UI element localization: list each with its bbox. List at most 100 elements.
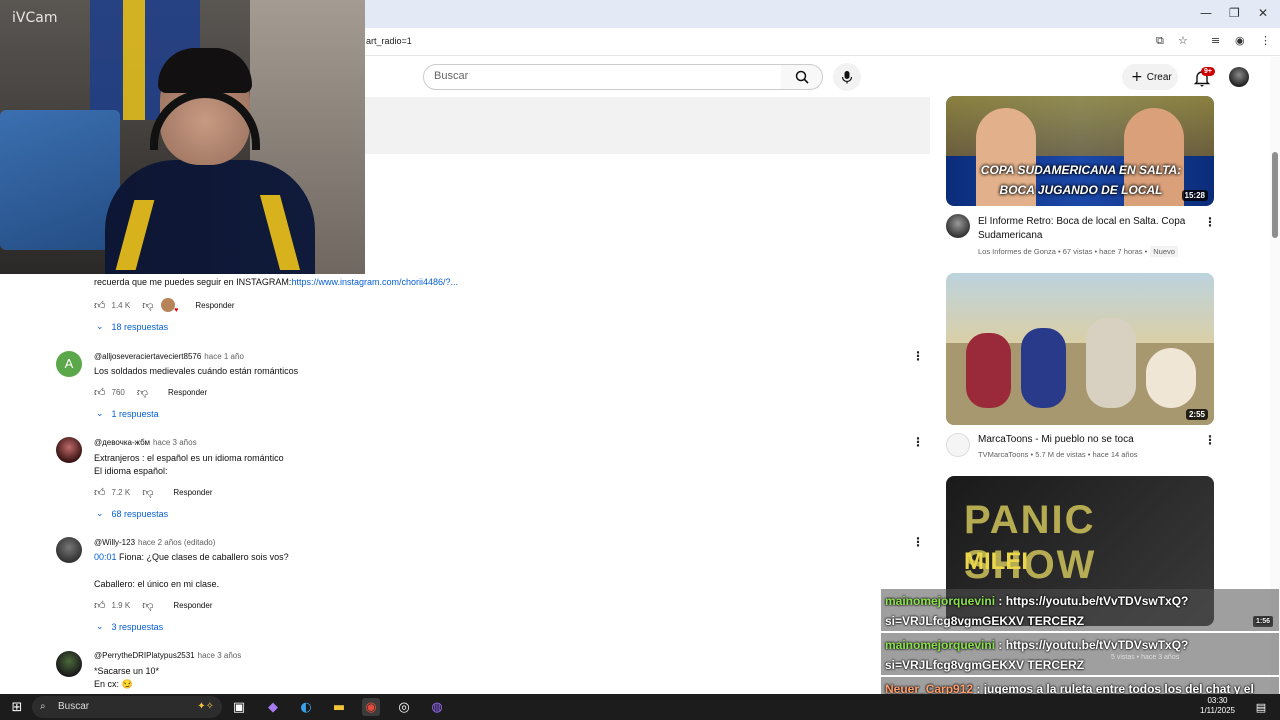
video-title[interactable]: MarcaToons - Mi pueblo no se toca: [978, 433, 1134, 447]
dislike-icon[interactable]: 👎︎: [137, 386, 148, 399]
comment-text-line2: En cx: 😏: [94, 679, 133, 689]
notification-center-icon[interactable]: ▤: [1252, 698, 1270, 716]
reply-button[interactable]: Responder: [168, 388, 207, 397]
video-player-area[interactable]: [365, 97, 930, 154]
avatar[interactable]: [56, 537, 82, 563]
comment-menu-icon[interactable]: ⋮: [912, 435, 924, 449]
comment-text-line1: *Sacarse un 10*: [94, 666, 160, 676]
taskbar: ⊞ ⌕ Buscar ✦✧ ▣ ◆ ◐ ▬ ◉ ◎ ◍ 03:30 1/11/2…: [0, 694, 1280, 720]
minimize-icon[interactable]: —: [1200, 6, 1212, 20]
replies-toggle[interactable]: ⌄ 68 respuestas: [96, 508, 168, 519]
comment-menu-icon[interactable]: ⋮: [912, 535, 924, 549]
replies-count: 68 respuestas: [111, 508, 169, 519]
chrome-icon[interactable]: ◉: [362, 698, 380, 716]
like-count: 7.2 K: [111, 488, 131, 497]
like-icon[interactable]: 👍︎: [94, 599, 106, 612]
search-icon: [795, 70, 809, 84]
like-icon[interactable]: 👍︎: [94, 299, 106, 312]
edge-browser-icon[interactable]: ◐: [297, 698, 315, 716]
video-meta: TVMarcaToons • 5.7 M de vistas • hace 14…: [978, 450, 1138, 459]
media-queue-icon[interactable]: ≡: [1211, 34, 1220, 47]
search-input[interactable]: [434, 70, 764, 82]
browser-menu-icon[interactable]: ⋮: [1260, 34, 1271, 47]
comment-author[interactable]: @Willy-123 hace 2 años (editado): [94, 538, 215, 547]
create-button[interactable]: + Crear: [1122, 64, 1178, 90]
profile-icon[interactable]: ◉: [1235, 34, 1245, 47]
chat-message: mainomejorquevini : https://youtu.be/tVv…: [881, 589, 1279, 631]
replies-count: 18 respuestas: [111, 321, 169, 332]
search-button[interactable]: [781, 64, 823, 90]
comment-text-body: Fiona: ¿Que clases de caballero sois vos…: [116, 552, 289, 562]
streamer-hair: [158, 48, 252, 93]
comment-author[interactable]: @alljoseveraciertaveciert8576 hace 1 año: [94, 352, 244, 361]
bookmark-star-icon[interactable]: ☆: [1178, 34, 1188, 47]
reply-button[interactable]: Responder: [195, 301, 234, 310]
url-text[interactable]: art_radio=1: [366, 36, 412, 46]
task-view-icon[interactable]: ▣: [230, 698, 248, 716]
avatar[interactable]: [56, 651, 82, 677]
channel-avatar[interactable]: [946, 214, 970, 238]
cloth-background: [0, 110, 120, 250]
avatar[interactable]: [56, 437, 82, 463]
avatar[interactable]: A: [56, 351, 82, 377]
copilot-icon[interactable]: ◆: [264, 698, 282, 716]
reply-button[interactable]: Responder: [173, 601, 212, 610]
video-duration: 15:28: [1181, 190, 1208, 201]
comment-text-prefix: recuerda que me puedes seguir en INSTAGR…: [94, 277, 292, 287]
video-duration: 2:55: [1185, 409, 1208, 420]
new-badge: Nuevo: [1150, 246, 1178, 257]
chevron-down-icon: ⌄: [96, 508, 104, 518]
account-avatar[interactable]: [1229, 67, 1249, 87]
install-app-icon[interactable]: ⧉: [1156, 34, 1164, 48]
sparkles-icon: ✦✧: [197, 701, 214, 712]
replies-toggle[interactable]: ⌄ 1 respuesta: [96, 408, 159, 419]
video-age: hace 14 años: [1092, 450, 1138, 459]
chevron-down-icon: ⌄: [96, 408, 104, 418]
clock-time: 03:30: [1207, 696, 1228, 705]
author-name: @alljoseveraciertaveciert8576: [94, 352, 202, 361]
file-explorer-icon[interactable]: ▬: [330, 698, 348, 716]
app-icon[interactable]: ◍: [428, 698, 446, 716]
comments-section: recuerda que me puedes seguir en INSTAGR…: [0, 274, 930, 694]
dislike-icon[interactable]: 👎︎: [142, 486, 153, 499]
comment-text-line1: 00:01 Fiona: ¿Que clases de caballero so…: [94, 552, 289, 562]
like-icon[interactable]: 👍︎: [94, 486, 106, 499]
like-icon[interactable]: 👍︎: [94, 386, 106, 399]
comment-author[interactable]: @девочка-жбм hace 3 años: [94, 438, 197, 447]
chat-username: mainomejorquevini: [885, 594, 996, 608]
create-label: Crear: [1146, 71, 1172, 83]
close-icon[interactable]: ✕: [1258, 6, 1268, 20]
video-menu-icon[interactable]: ⋮: [1204, 215, 1216, 229]
like-count: 760: [111, 388, 125, 397]
video-thumbnail[interactable]: COPA SUDAMERICANA EN SALTA: BOCA JUGANDO…: [946, 96, 1214, 206]
dislike-icon[interactable]: 👎︎: [142, 599, 153, 612]
maximize-icon[interactable]: ❐: [1229, 6, 1240, 20]
webcam-label: iVCam: [12, 10, 58, 26]
taskbar-search[interactable]: ⌕ Buscar ✦✧: [32, 696, 222, 718]
instagram-link[interactable]: https://www.instagram.com/chorii4486/?..…: [291, 277, 458, 287]
replies-toggle[interactable]: ⌄ 3 respuestas: [96, 621, 163, 632]
author-name: @девочка-жбм: [94, 438, 150, 447]
thumb-title-small: MILEI: [964, 548, 1028, 575]
channel-name[interactable]: TVMarcaToons: [978, 450, 1028, 459]
comment-menu-icon[interactable]: ⋮: [912, 349, 924, 363]
channel-avatar[interactable]: [946, 433, 970, 457]
chevron-down-icon: ⌄: [96, 621, 104, 631]
comment-author[interactable]: @PerrytheDRIPlatypus2531 hace 3 años: [94, 651, 241, 660]
dislike-icon[interactable]: 👎︎: [142, 299, 153, 312]
replies-toggle[interactable]: ⌄ 18 respuestas: [96, 321, 168, 332]
reply-button[interactable]: Responder: [173, 488, 212, 497]
video-menu-icon[interactable]: ⋮: [1204, 433, 1216, 447]
author-name: @Willy-123: [94, 538, 136, 547]
taskbar-clock[interactable]: 03:30 1/11/2025: [1200, 696, 1235, 716]
video-timestamp-link[interactable]: 00:01: [94, 552, 117, 562]
video-thumbnail[interactable]: 2:55: [946, 273, 1214, 425]
scrollbar-thumb[interactable]: [1272, 152, 1278, 238]
channel-name[interactable]: Los Informes de Gonza: [978, 247, 1056, 256]
video-title[interactable]: El Informe Retro: Boca de local en Salta…: [978, 215, 1203, 243]
comment-actions: 👍︎ 1.4 K 👎︎ ♥ Responder: [94, 298, 235, 314]
windows-start-icon[interactable]: ⊞: [8, 698, 26, 716]
search-box[interactable]: [423, 64, 782, 90]
voice-search-button[interactable]: [833, 63, 861, 91]
obs-icon[interactable]: ◎: [395, 698, 413, 716]
